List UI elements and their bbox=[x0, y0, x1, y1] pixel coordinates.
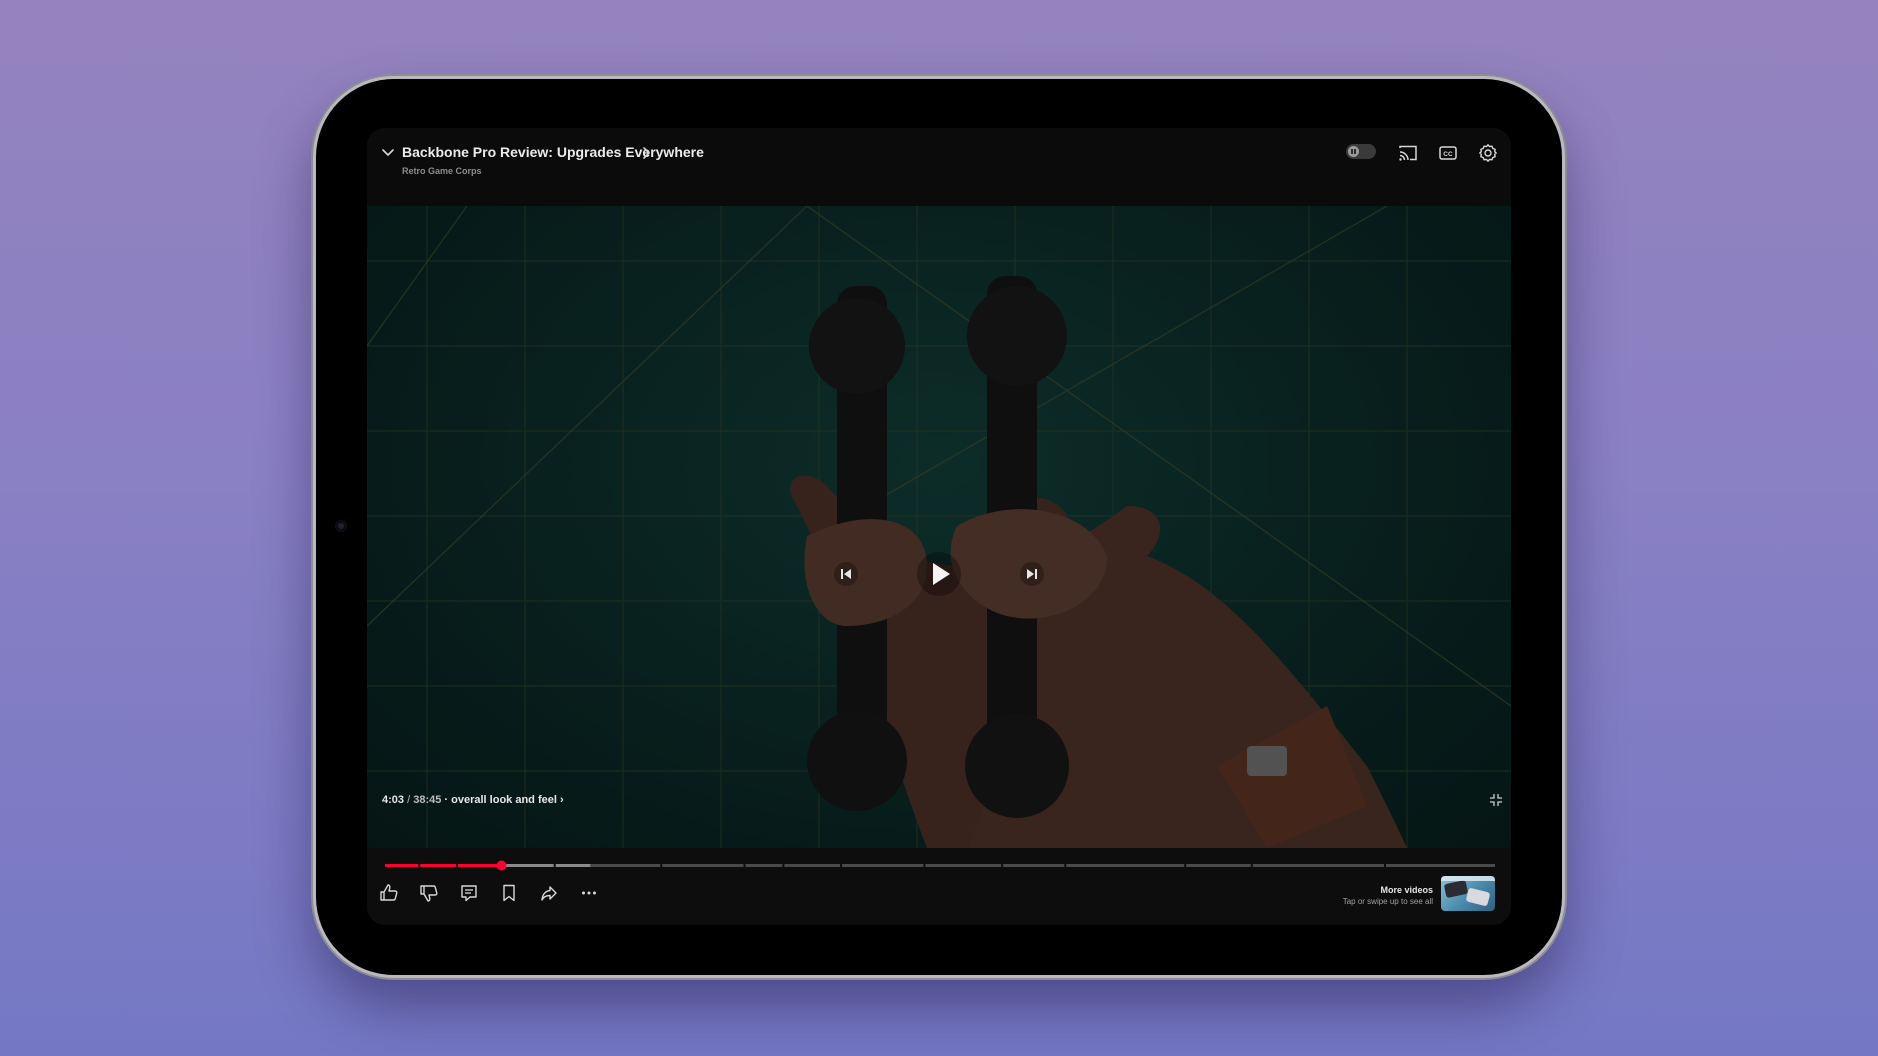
time-separator: / bbox=[407, 794, 411, 806]
previous-icon[interactable] bbox=[834, 562, 858, 586]
settings-icon[interactable] bbox=[1477, 142, 1499, 164]
fullscreen-exit-icon[interactable] bbox=[1489, 793, 1503, 807]
chevron-right-icon[interactable] bbox=[641, 146, 651, 160]
autoplay-toggle[interactable] bbox=[1346, 144, 1376, 159]
channel-name[interactable]: Retro Game Corps bbox=[402, 166, 482, 176]
next-icon[interactable] bbox=[1020, 562, 1044, 586]
more-videos-subtitle: Tap or swipe up to see all bbox=[1342, 897, 1433, 906]
save-icon[interactable] bbox=[498, 882, 520, 904]
share-icon[interactable] bbox=[538, 882, 560, 904]
front-camera bbox=[335, 520, 347, 532]
thumbnail-image bbox=[1441, 876, 1495, 906]
chapter-gap bbox=[743, 863, 746, 868]
captions-icon[interactable]: CC bbox=[1437, 142, 1459, 164]
duration: 38:45 bbox=[413, 794, 442, 806]
chapter-chevron-icon[interactable]: › bbox=[560, 794, 564, 806]
chapter-gap bbox=[1184, 863, 1187, 868]
chevron-down-icon[interactable] bbox=[381, 146, 395, 160]
chapter-gap bbox=[840, 863, 843, 868]
chapter-gap bbox=[923, 863, 926, 868]
time-display: 4:03 / 38:45 · overall look and feel › bbox=[382, 794, 564, 806]
current-time: 4:03 bbox=[382, 794, 405, 806]
chapter-gap bbox=[1064, 863, 1067, 868]
comments-icon[interactable] bbox=[458, 882, 480, 904]
video-dim-overlay bbox=[367, 206, 1511, 848]
video-frame[interactable]: 4:03 / 38:45 · overall look and feel › bbox=[367, 206, 1511, 848]
more-videos-title[interactable]: More videos bbox=[1380, 885, 1433, 895]
chapter-gap bbox=[553, 863, 556, 868]
more-icon[interactable] bbox=[578, 882, 600, 904]
chapter-gap bbox=[1384, 863, 1386, 868]
more-videos-thumbnail[interactable] bbox=[1441, 876, 1495, 911]
youtube-player: Backbone Pro Review: Upgrades Everywhere… bbox=[367, 128, 1511, 925]
video-title[interactable]: Backbone Pro Review: Upgrades Everywhere bbox=[402, 144, 704, 160]
progress-played bbox=[385, 864, 502, 867]
chapter-gap bbox=[1250, 863, 1253, 868]
play-icon[interactable] bbox=[917, 552, 961, 596]
chapter-gap bbox=[660, 863, 663, 868]
dislike-icon[interactable] bbox=[418, 882, 440, 904]
pause-icon bbox=[1348, 146, 1359, 157]
player-top-bar: Backbone Pro Review: Upgrades Everywhere… bbox=[367, 128, 1511, 206]
chapter-gap bbox=[456, 863, 458, 868]
chapter-gap bbox=[418, 863, 421, 868]
progress-scrubber bbox=[496, 860, 507, 871]
like-icon[interactable] bbox=[378, 882, 400, 904]
chapter-gap bbox=[1001, 863, 1004, 868]
svg-text:CC: CC bbox=[1443, 151, 1453, 158]
chapter-title[interactable]: · overall look and feel bbox=[444, 794, 556, 806]
cast-icon[interactable] bbox=[1397, 142, 1419, 164]
chapter-gap bbox=[782, 863, 785, 868]
progress-bar[interactable] bbox=[385, 859, 1495, 873]
